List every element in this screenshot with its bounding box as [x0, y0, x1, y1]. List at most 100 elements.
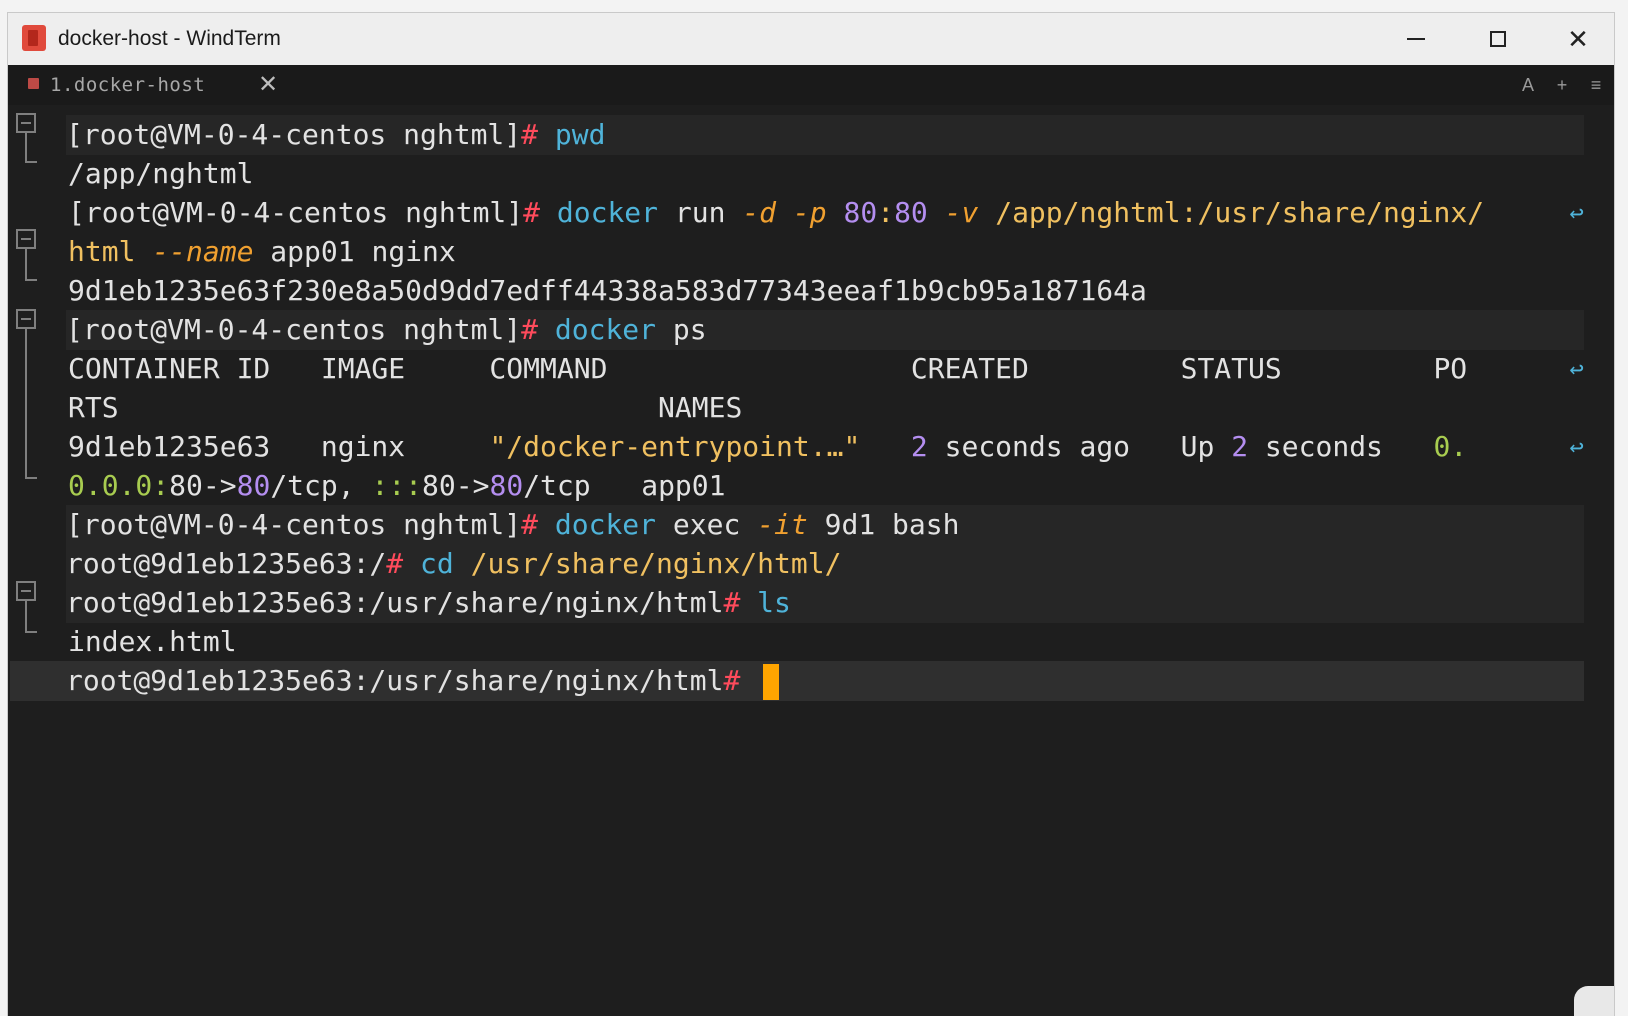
terminal-text: pwd	[554, 118, 606, 151]
terminal-text: -d	[742, 196, 777, 229]
terminal-text: /app/nghtml	[68, 157, 254, 190]
terminal-text: 9d1 bash	[807, 508, 960, 541]
tab-docker-host[interactable]: 1.docker-host ✕	[8, 65, 298, 105]
terminal-text: -it	[757, 508, 808, 541]
minimize-icon	[1407, 38, 1425, 40]
maximize-icon	[1490, 31, 1506, 47]
terminal-text: ps	[656, 313, 707, 346]
terminal-text: #	[723, 664, 758, 697]
terminal-text: 80	[843, 196, 878, 229]
terminal-text: :	[877, 196, 895, 229]
terminal-text: root@9d1eb1235e63:/	[66, 547, 387, 580]
text-cursor	[763, 664, 780, 700]
terminal-text: "/docker-entrypoint.…"	[489, 430, 861, 463]
terminal-line: index.html	[68, 622, 1584, 662]
minimize-button[interactable]	[1376, 13, 1456, 65]
fold-marker[interactable]	[16, 309, 38, 479]
close-window-button[interactable]: ✕	[1538, 13, 1614, 65]
window-title: docker-host - WindTerm	[58, 27, 281, 50]
terminal-text: [root@VM-0-4-centos nghtml]	[66, 118, 522, 151]
menu-icon[interactable]: ≡	[1586, 75, 1606, 96]
terminal-line: 9d1eb1235e63f230e8a50d9dd7edff44338a583d…	[68, 271, 1584, 311]
terminal-text: 80->	[169, 469, 237, 502]
terminal-line: CONTAINER ID IMAGE COMMAND CREATED STATU…	[68, 349, 1584, 389]
terminal-text: 2	[910, 430, 928, 463]
terminal-text: --name	[152, 235, 254, 268]
font-icon[interactable]: A	[1518, 75, 1538, 96]
terminal-text: 80	[489, 469, 524, 502]
close-icon: ✕	[1567, 24, 1589, 54]
maximize-button[interactable]	[1458, 13, 1538, 65]
tab-tools: A + ≡	[1518, 65, 1614, 105]
fold-marker[interactable]	[16, 113, 38, 163]
terminal-text: [root@VM-0-4-centos nghtml]	[66, 313, 522, 346]
terminal-text: app01 nginx	[253, 235, 456, 268]
terminal-text: #	[723, 586, 758, 619]
terminal-line: root@9d1eb1235e63:/# cd /usr/share/nginx…	[66, 544, 1584, 584]
fold-toggle-icon[interactable]	[16, 581, 36, 601]
terminal-line: [root@VM-0-4-centos nghtml]# docker exec…	[66, 505, 1584, 545]
terminal-text: ls	[757, 586, 791, 619]
terminal-text: 80	[894, 196, 928, 229]
terminal-text: #	[521, 313, 555, 346]
terminal-text: -p	[792, 196, 827, 229]
terminal-line: 0.0.0:80->80/tcp, :::80->80/tcp app01	[68, 466, 1584, 506]
terminal-text: 2	[1231, 430, 1249, 463]
session-status-icon	[28, 78, 39, 89]
terminal-line: [root@VM-0-4-centos nghtml]# pwd	[66, 115, 1584, 155]
fold-toggle-icon[interactable]	[16, 113, 36, 133]
line-wrap-icon: ↩	[1569, 199, 1584, 227]
terminal-text: cd	[420, 547, 454, 580]
terminal-text: [root@VM-0-4-centos nghtml]	[66, 508, 522, 541]
terminal-text: /tcp,	[270, 469, 372, 502]
terminal-text: run	[658, 196, 743, 229]
terminal-text: RTS NAMES	[68, 391, 743, 424]
title-bar[interactable]: docker-host - WindTerm ✕	[8, 13, 1614, 65]
terminal-text: 9d1eb1235e63f230e8a50d9dd7edff44338a583d…	[68, 274, 1147, 307]
terminal-text: -v	[944, 196, 979, 229]
tab-close-icon[interactable]: ✕	[258, 70, 278, 99]
terminal-line: root@9d1eb1235e63:/usr/share/nginx/html#	[10, 661, 1584, 701]
fold-toggle-icon[interactable]	[16, 309, 36, 329]
fold-marker[interactable]	[16, 229, 38, 281]
terminal-line: 9d1eb1235e63 nginx "/docker-entrypoint.……	[68, 427, 1584, 467]
windterm-app-icon	[22, 25, 46, 51]
terminal-text: #	[386, 547, 421, 580]
terminal-line: root@9d1eb1235e63:/usr/share/nginx/html#…	[66, 583, 1584, 623]
terminal-text: 9d1eb1235e63 nginx	[68, 430, 490, 463]
line-wrap-icon: ↩	[1569, 355, 1584, 383]
terminal-text: docker	[554, 508, 657, 541]
terminal-text: 0.0.0:	[68, 469, 170, 502]
tab-label: 1.docker-host	[50, 74, 206, 96]
terminal-text: /app/nghtml:/usr/share/nginx/	[995, 196, 1485, 229]
terminal-text: #	[521, 118, 555, 151]
new-tab-icon[interactable]: +	[1552, 75, 1572, 96]
terminal-line: /app/nghtml	[68, 154, 1584, 194]
terminal-text: /tcp app01	[523, 469, 726, 502]
terminal-text: docker	[556, 196, 659, 229]
terminal-text: 80	[236, 469, 271, 502]
terminal-text: index.html	[68, 625, 237, 658]
terminal-text: root@9d1eb1235e63:/usr/share/nginx/html	[66, 664, 724, 697]
terminal-text: 0.	[1433, 430, 1468, 463]
windterm-window: docker-host - WindTerm ✕ 1.docker-host ✕…	[7, 12, 1615, 1016]
line-wrap-icon: ↩	[1569, 433, 1584, 461]
scroll-corner	[1574, 986, 1614, 1016]
tab-bar: 1.docker-host ✕ A + ≡	[8, 65, 1614, 105]
terminal-text: #	[523, 196, 557, 229]
terminal-line: RTS NAMES	[68, 388, 1584, 428]
fold-toggle-icon[interactable]	[16, 229, 36, 249]
terminal-text: seconds ago Up	[927, 430, 1232, 463]
terminal-line: html --name app01 nginx	[68, 232, 1584, 272]
terminal-text: root@9d1eb1235e63:/usr/share/nginx/html	[66, 586, 724, 619]
fold-marker[interactable]	[16, 581, 38, 633]
terminal-output[interactable]: [root@VM-0-4-centos nghtml]# pwd/app/ngh…	[8, 105, 1614, 1016]
terminal-text: :::	[371, 469, 423, 502]
terminal-text: #	[521, 508, 555, 541]
terminal-line: [root@VM-0-4-centos nghtml]# docker run …	[68, 193, 1584, 233]
